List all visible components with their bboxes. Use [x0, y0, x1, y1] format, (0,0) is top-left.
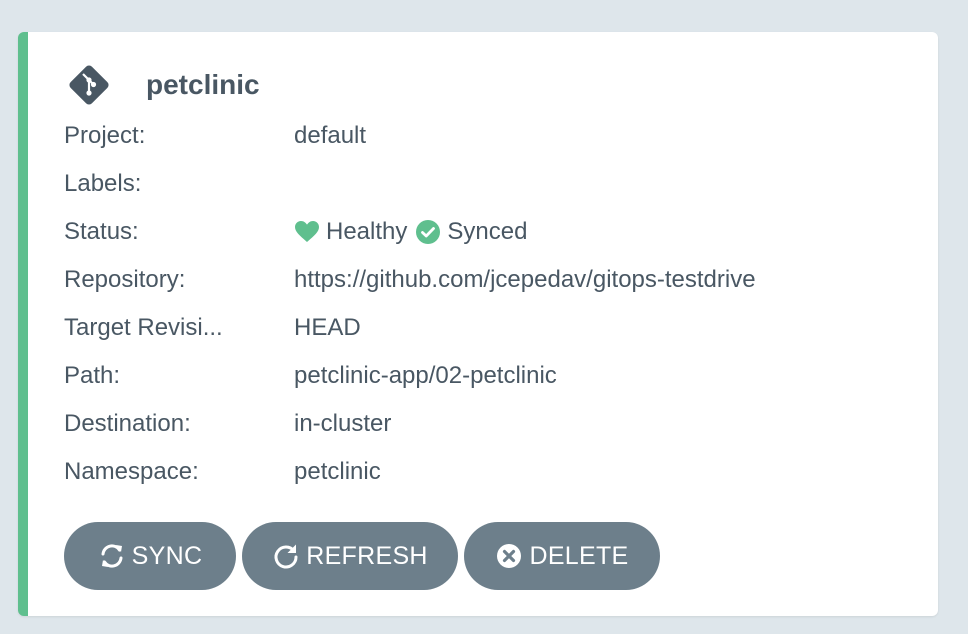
- field-value: in-cluster: [294, 410, 392, 437]
- sync-button-label: SYNC: [131, 541, 203, 570]
- delete-button[interactable]: DELETE: [464, 522, 660, 590]
- field-label: Status:: [64, 218, 139, 245]
- sync-status: Synced: [447, 218, 528, 245]
- check-circle-icon: [416, 220, 441, 244]
- field-namespace: Namespace: petclinic: [64, 448, 756, 496]
- field-value: default: [294, 122, 367, 149]
- card-actions: SYNC REFRESH DELETE: [64, 522, 666, 590]
- field-target-revision: Target Revisi... HEAD: [64, 304, 756, 352]
- field-value: https://github.com/jcepedav/gitops-testd…: [294, 266, 756, 293]
- refresh-button[interactable]: REFRESH: [242, 522, 458, 590]
- heart-icon: [295, 221, 319, 242]
- field-value: petclinic-app/02-petclinic: [294, 362, 557, 389]
- field-destination: Destination: in-cluster: [64, 400, 756, 448]
- delete-button-label: DELETE: [529, 541, 629, 570]
- refresh-button-label: REFRESH: [306, 541, 428, 570]
- field-labels: Labels:: [64, 160, 756, 208]
- health-status: Healthy: [326, 218, 408, 245]
- field-path: Path: petclinic-app/02-petclinic: [64, 352, 756, 400]
- refresh-icon: [274, 544, 298, 569]
- field-label: Labels:: [64, 170, 142, 197]
- field-value: HEAD: [294, 314, 361, 341]
- application-card[interactable]: petclinic Project: default Labels: Statu…: [18, 32, 938, 616]
- field-project: Project: default: [64, 112, 756, 160]
- field-label: Project:: [64, 122, 146, 149]
- field-value: petclinic: [294, 458, 381, 485]
- field-label: Target Revisi...: [64, 314, 223, 341]
- status-value: Healthy Synced: [294, 218, 527, 246]
- card-header: petclinic: [64, 60, 260, 110]
- field-repository: Repository: https://github.com/jcepedav/…: [64, 256, 756, 304]
- field-label: Namespace:: [64, 458, 199, 485]
- field-label: Path:: [64, 362, 121, 389]
- field-status: Status: Healthy Synced: [64, 208, 756, 256]
- sync-icon: [101, 544, 123, 568]
- app-name[interactable]: petclinic: [146, 69, 260, 101]
- field-label: Repository:: [64, 266, 186, 293]
- sync-button[interactable]: SYNC: [64, 522, 236, 590]
- field-label: Destination:: [64, 410, 191, 437]
- git-icon: [69, 65, 109, 105]
- close-circle-icon: [497, 544, 522, 568]
- app-details: Project: default Labels: Status: Healthy…: [64, 112, 756, 496]
